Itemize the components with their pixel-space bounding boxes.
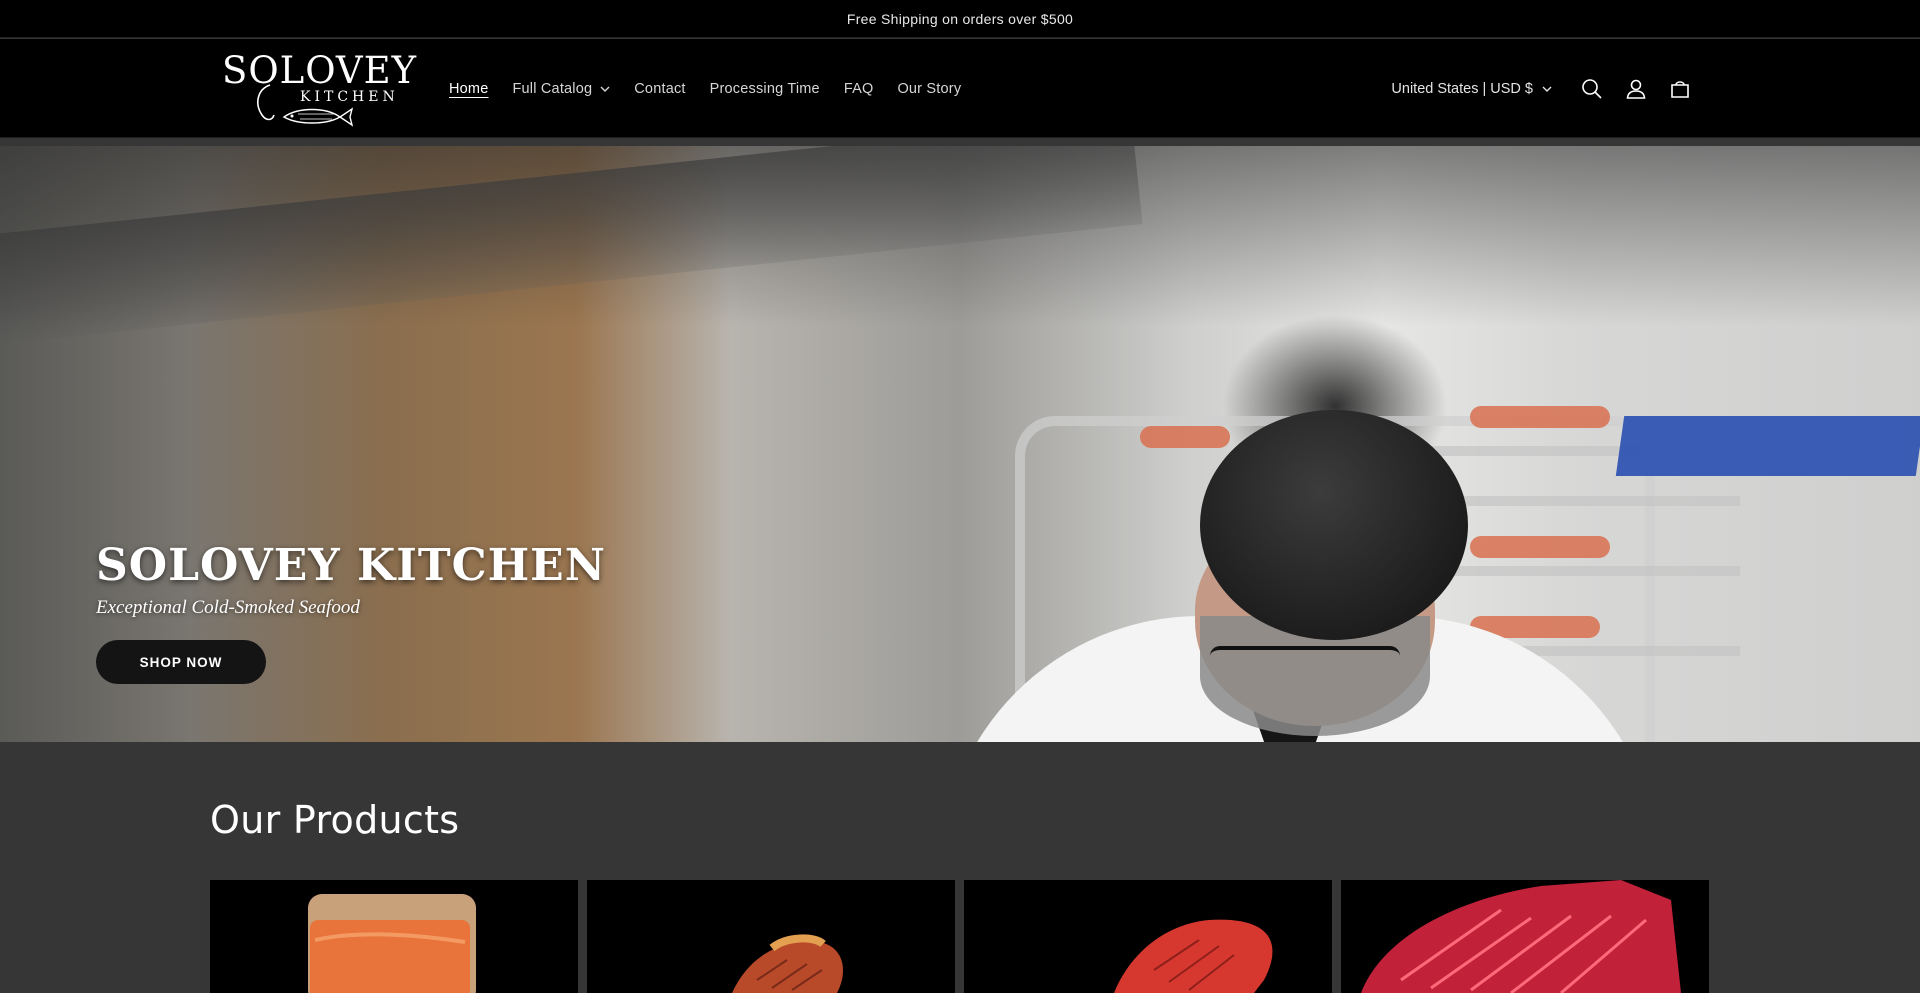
locale-selector[interactable]: United States | USD $ bbox=[1391, 81, 1552, 97]
fish-logo-icon bbox=[257, 84, 354, 127]
header-actions: United States | USD $ bbox=[1391, 39, 1702, 138]
nav-home[interactable]: Home bbox=[449, 81, 488, 97]
site-header: SOLOVEY KITCHEN Home Full Catalog Contac… bbox=[0, 39, 1920, 138]
chevron-down-icon bbox=[600, 86, 610, 92]
hero-tray bbox=[1615, 416, 1920, 476]
account-icon bbox=[1626, 79, 1646, 99]
hero-salmon bbox=[1470, 536, 1610, 558]
search-icon bbox=[1582, 78, 1602, 99]
main-nav: Home Full Catalog Contact Processing Tim… bbox=[449, 39, 985, 138]
hero-shelf bbox=[1440, 496, 1740, 506]
shop-now-button[interactable]: SHOP NOW bbox=[96, 640, 266, 684]
nav-our-story[interactable]: Our Story bbox=[897, 81, 961, 97]
account-button[interactable] bbox=[1614, 67, 1658, 111]
product-grid bbox=[210, 880, 1710, 993]
product-card[interactable] bbox=[964, 880, 1332, 993]
nav-full-catalog-label: Full Catalog bbox=[512, 80, 593, 97]
hero-title: SOLOVEY KITCHEN bbox=[96, 540, 606, 591]
hero-salmon bbox=[1470, 406, 1610, 428]
hero-subtitle: Exceptional Cold-Smoked Seafood bbox=[96, 597, 360, 618]
red-fish-fillet-image bbox=[1114, 919, 1273, 993]
nav-processing-time-label: Processing Time bbox=[709, 80, 820, 97]
nav-contact-label: Contact bbox=[634, 80, 686, 97]
search-button[interactable] bbox=[1570, 67, 1614, 111]
nav-full-catalog[interactable]: Full Catalog bbox=[512, 81, 610, 97]
announcement-text: Free Shipping on orders over $500 bbox=[846, 10, 1074, 27]
hero-salmon bbox=[1140, 426, 1230, 448]
hero-person-glasses bbox=[1210, 646, 1400, 672]
hero-content: SOLOVEY KITCHEN Exceptional Cold-Smoked … bbox=[96, 540, 606, 684]
hero-person-hat bbox=[1200, 410, 1468, 640]
nav-our-story-label: Our Story bbox=[897, 80, 962, 97]
nav-processing-time[interactable]: Processing Time bbox=[710, 81, 820, 97]
sliced-red-fish-image bbox=[1361, 880, 1681, 993]
smoked-salmon-slices-image bbox=[308, 894, 476, 993]
chevron-down-icon bbox=[1542, 86, 1552, 92]
hero-banner: SOLOVEY KITCHEN Exceptional Cold-Smoked … bbox=[0, 146, 1920, 742]
nav-contact[interactable]: Contact bbox=[634, 81, 685, 97]
announcement-bar: Free Shipping on orders over $500 bbox=[0, 0, 1920, 38]
smoked-fish-fillet-image bbox=[732, 934, 843, 993]
nav-home-label: Home bbox=[449, 80, 489, 97]
hero-shelf bbox=[1440, 566, 1740, 576]
nav-faq-label: FAQ bbox=[843, 80, 874, 97]
cart-icon bbox=[1671, 80, 1689, 98]
products-section-title: Our Products bbox=[210, 798, 460, 842]
product-card[interactable] bbox=[1341, 880, 1709, 993]
product-card[interactable] bbox=[587, 880, 955, 993]
nav-faq[interactable]: FAQ bbox=[844, 81, 874, 97]
product-card[interactable] bbox=[210, 880, 578, 993]
locale-label: United States | USD $ bbox=[1391, 80, 1533, 97]
logo[interactable]: SOLOVEY KITCHEN bbox=[218, 45, 416, 129]
cart-button[interactable] bbox=[1658, 67, 1702, 111]
